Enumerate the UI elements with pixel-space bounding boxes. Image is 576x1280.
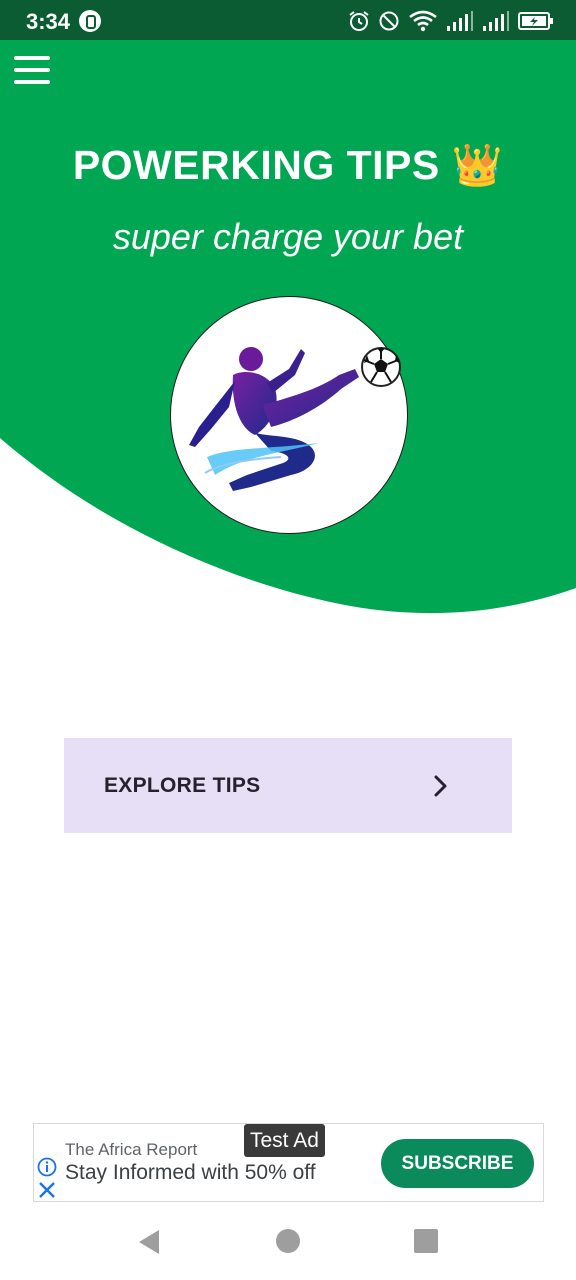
app-title: POWERKING TIPS 👑	[72, 142, 504, 188]
ad-headline: Stay Informed with 50% off	[65, 1161, 316, 1184]
do-not-disturb-icon	[379, 11, 399, 31]
navigation-bar	[0, 1210, 576, 1280]
info-icon[interactable]	[37, 1157, 57, 1177]
soccer-ball-icon	[361, 347, 401, 387]
app-notification-icon	[79, 10, 101, 32]
test-ad-badge: Test Ad	[244, 1124, 325, 1157]
signal-icon	[447, 11, 473, 31]
wifi-icon	[409, 10, 437, 32]
hamburger-menu-icon[interactable]	[14, 56, 50, 84]
close-icon[interactable]	[38, 1181, 56, 1199]
subscribe-button[interactable]: SUBSCRIBE	[381, 1139, 534, 1188]
alarm-icon	[349, 11, 369, 31]
chevron-right-icon	[434, 775, 447, 797]
status-bar: 3:34	[0, 0, 576, 40]
status-time: 3:34	[26, 9, 71, 34]
explore-tips-label: EXPLORE TIPS	[104, 774, 261, 797]
recents-icon[interactable]	[414, 1229, 438, 1253]
home-icon[interactable]	[276, 1229, 300, 1253]
footballer-kick-icon	[189, 347, 359, 491]
battery-charging-icon	[518, 12, 553, 30]
signal-icon	[483, 11, 509, 31]
footballer-logo	[170, 296, 408, 534]
status-icons	[348, 8, 554, 34]
explore-tips-button[interactable]: EXPLORE TIPS	[64, 738, 512, 833]
back-icon[interactable]	[137, 1229, 161, 1255]
app-subtitle: super charge your bet	[112, 216, 464, 257]
ad-advertiser: The Africa Report	[65, 1140, 198, 1159]
ad-banner[interactable]: The Africa Report Stay Informed with 50%…	[33, 1123, 544, 1202]
